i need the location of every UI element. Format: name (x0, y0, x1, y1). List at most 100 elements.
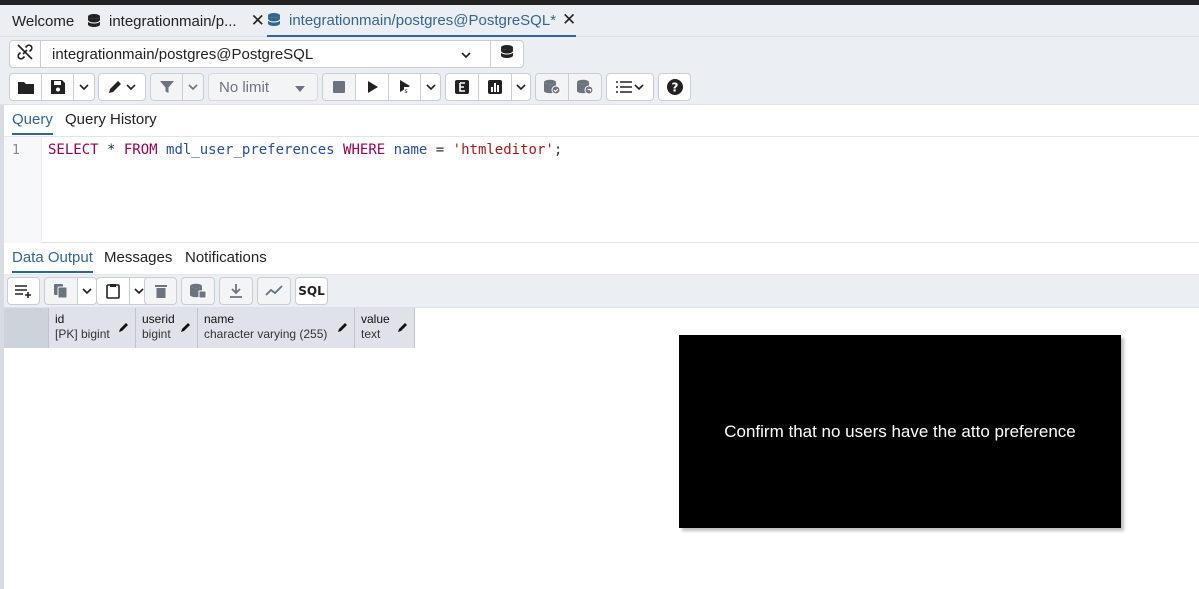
sql-column-name: name (393, 142, 428, 158)
delete-row-button[interactable] (144, 277, 177, 305)
tab-notifications[interactable]: Notifications (185, 249, 267, 271)
chevron-down-icon (515, 81, 527, 93)
database-icon (267, 12, 283, 28)
grid-corner-cell[interactable] (4, 308, 49, 348)
data-output-toolbar: SQL (4, 275, 1199, 308)
tab-label: Welcome (12, 12, 75, 30)
row-limit-select[interactable]: No limit (208, 73, 318, 101)
result-grid-header: id [PK] bigint userid bigint name charac… (4, 308, 415, 348)
paste-icon (105, 283, 121, 299)
pencil-icon (397, 321, 409, 337)
pencil-icon (107, 79, 125, 95)
sql-operator: = (427, 142, 453, 158)
download-icon (228, 283, 244, 299)
execute-menu-button[interactable] (420, 73, 441, 101)
list-icon (615, 80, 633, 94)
close-icon[interactable]: ✕ (251, 11, 265, 31)
query-panel-tabs: Query Query History (4, 105, 1199, 137)
help-button[interactable]: ? (658, 73, 691, 101)
save-data-button[interactable] (181, 277, 215, 305)
save-icon (50, 79, 66, 95)
copy-icon (53, 283, 69, 299)
connection-status-button[interactable] (9, 40, 41, 68)
copy-button[interactable] (44, 277, 78, 305)
line-number: 1 (12, 143, 20, 158)
paste-button[interactable] (96, 277, 130, 305)
trash-icon (154, 283, 168, 299)
save-button[interactable] (41, 73, 74, 101)
stop-button[interactable] (322, 73, 356, 101)
tab-query-active[interactable]: integrationmain/postgres@PostgreSQL* ✕ (267, 5, 577, 37)
explain-analyze-button[interactable] (478, 73, 512, 101)
open-file-button[interactable] (9, 73, 42, 101)
filter-menu-button[interactable] (182, 73, 204, 101)
explain-button[interactable] (445, 73, 479, 101)
tab-query-1[interactable]: integrationmain/p... ✕ (87, 5, 265, 37)
tab-data-output[interactable]: Data Output (12, 249, 93, 273)
close-icon[interactable]: ✕ (562, 10, 576, 30)
tab-query-history[interactable]: Query History (65, 111, 157, 133)
connection-bar: integrationmain/postgres@PostgreSQL (0, 37, 1199, 71)
sql-terminator: ; (553, 142, 563, 158)
sql-keyword: WHERE (343, 142, 386, 158)
explain-menu-button[interactable] (511, 73, 531, 101)
explain-icon (454, 79, 470, 95)
sql-string-literal: 'htmleditor' (452, 142, 554, 158)
view-sql-button[interactable]: SQL (295, 277, 328, 305)
line-gutter: 1 (4, 137, 42, 243)
chevron-down-icon (125, 81, 137, 93)
overlay-text: Confirm that no users have the atto pref… (724, 421, 1076, 441)
line-chart-icon (265, 284, 283, 298)
tab-welcome[interactable]: Welcome (12, 5, 74, 37)
column-type: character varying (255) (204, 327, 328, 341)
svg-text:s: s (404, 88, 407, 95)
new-connection-button[interactable] (490, 40, 524, 68)
column-header-userid[interactable]: userid bigint (136, 308, 198, 348)
add-row-icon (14, 283, 34, 299)
macros-button[interactable] (606, 73, 654, 101)
tab-messages[interactable]: Messages (104, 249, 172, 271)
copy-menu-button[interactable] (77, 277, 97, 305)
column-header-id[interactable]: id [PK] bigint (49, 308, 136, 348)
graph-visualiser-button[interactable] (257, 277, 291, 305)
database-check-icon (543, 79, 561, 95)
connection-label: integrationmain/postgres@PostgreSQL (52, 45, 314, 63)
chevron-down-icon (425, 81, 437, 93)
database-save-icon (189, 283, 207, 299)
row-limit-value: No limit (219, 78, 270, 96)
execute-button[interactable] (355, 73, 389, 101)
edit-menu-button[interactable] (98, 73, 146, 101)
chevron-down-icon (187, 81, 199, 93)
tab-label: integrationmain/postgres@PostgreSQL* (289, 11, 557, 29)
chevron-down-icon (633, 81, 645, 93)
query-toolbar: No limit s ? (0, 71, 1199, 105)
play-script-icon: s (397, 79, 413, 95)
column-name: name (204, 312, 235, 326)
tab-label: integrationmain/p... (109, 12, 237, 30)
execute-script-button[interactable]: s (388, 73, 421, 101)
connection-select[interactable]: integrationmain/postgres@PostgreSQL (40, 40, 491, 68)
save-menu-button[interactable] (73, 73, 95, 101)
folder-icon (17, 79, 35, 95)
play-icon (365, 80, 379, 94)
rollback-button[interactable] (568, 73, 602, 101)
chevron-down-icon (81, 285, 93, 297)
filter-icon (159, 79, 175, 95)
add-row-button[interactable] (7, 277, 40, 305)
sql-keyword: SELECT (48, 142, 99, 158)
sql-code-line[interactable]: SELECT * FROM mdl_user_preferences WHERE… (48, 142, 562, 158)
column-header-name[interactable]: name character varying (255) (198, 308, 355, 348)
column-header-value[interactable]: value text (355, 308, 415, 348)
svg-text:?: ? (671, 81, 678, 95)
pencil-icon (180, 321, 192, 337)
link-icon (16, 43, 34, 66)
pencil-icon (118, 321, 130, 337)
tab-query[interactable]: Query (12, 111, 53, 135)
download-button[interactable] (219, 277, 253, 305)
help-icon: ? (666, 78, 684, 96)
filter-button[interactable] (150, 73, 183, 101)
sql-editor[interactable]: 1 SELECT * FROM mdl_user_preferences WHE… (4, 137, 1199, 243)
commit-button[interactable] (535, 73, 569, 101)
pencil-icon (337, 321, 349, 337)
sql-icon-label: SQL (298, 284, 325, 298)
